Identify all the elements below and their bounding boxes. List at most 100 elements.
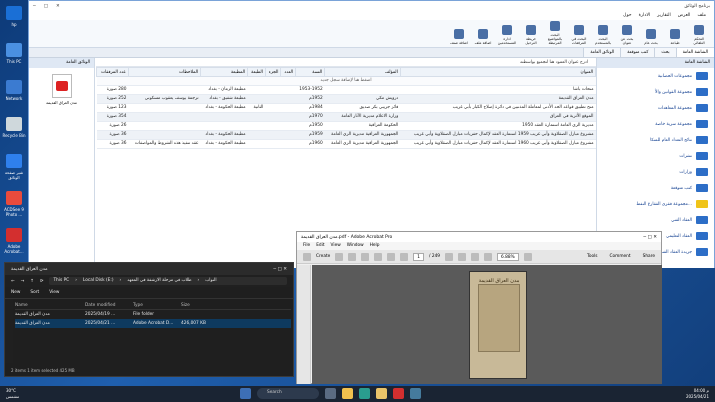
zoom-input[interactable]: 6.88% bbox=[497, 252, 519, 261]
breadcrumb[interactable]: This PC › Local Disk (E:) › طلاب في مرحلة ال… bbox=[49, 277, 287, 285]
tree-item[interactable]: العقاد الفني bbox=[597, 212, 714, 228]
table-row[interactable]: منح تطبيق قواعد الحد الأدنى لمعاملة المذ… bbox=[96, 103, 596, 113]
table-row[interactable]: مدن العراق القديمة درويش مكي 1952م مطبعة شف… bbox=[96, 94, 596, 104]
add-row-cell[interactable]: اضغط هنا لإضافة سجل جديد bbox=[96, 76, 596, 86]
ribbon-button[interactable]: خريطة الترحيل bbox=[520, 25, 542, 45]
print-icon[interactable] bbox=[361, 252, 370, 261]
hand-tool-icon[interactable] bbox=[458, 252, 467, 261]
toolbar-button[interactable]: View bbox=[49, 290, 59, 295]
column-header[interactable]: المطبعة bbox=[200, 67, 249, 77]
acrobat-pane-tab[interactable]: Share bbox=[643, 254, 655, 259]
edge-icon[interactable] bbox=[359, 388, 370, 399]
desktop-icon[interactable]: This PC bbox=[1, 43, 27, 64]
app-tab[interactable]: كتب متوقعة bbox=[620, 48, 655, 57]
tree-item[interactable]: وزارات bbox=[597, 164, 714, 180]
app-tab[interactable]: الوثائق العامة bbox=[583, 48, 621, 57]
tree-item[interactable]: كتب متوقعة bbox=[597, 180, 714, 196]
create-icon[interactable] bbox=[303, 252, 311, 261]
file-column-header[interactable]: Date modified bbox=[85, 303, 133, 308]
desktop-icon[interactable]: Adobe Acrobat... bbox=[1, 228, 27, 254]
fit-page-icon[interactable] bbox=[523, 252, 532, 261]
search-box[interactable]: Search bbox=[257, 388, 319, 399]
breadcrumb-segment[interactable]: This PC bbox=[53, 278, 69, 284]
minimize-icon[interactable]: ─ bbox=[33, 4, 36, 9]
ribbon-button[interactable]: بحث عام bbox=[640, 29, 662, 45]
ribbon-button[interactable]: طباعة bbox=[664, 29, 686, 45]
app-tab[interactable]: الشاشة العامة bbox=[675, 48, 714, 57]
save-icon[interactable] bbox=[348, 252, 357, 261]
taskview-icon[interactable] bbox=[325, 388, 336, 399]
desktop-icon[interactable]: شير صفحة الوثائق bbox=[1, 154, 27, 180]
acrobat-pane-tab[interactable]: Comment bbox=[610, 254, 631, 259]
refresh-icon[interactable]: ⟳ bbox=[40, 279, 44, 284]
column-header[interactable]: العنوان bbox=[399, 67, 597, 77]
chrome-icon[interactable] bbox=[376, 388, 387, 399]
create-button[interactable]: Create bbox=[316, 254, 330, 259]
breadcrumb-segment[interactable]: النواب bbox=[205, 278, 216, 284]
tree-item[interactable]: نشرات bbox=[597, 148, 714, 164]
desktop-icon[interactable]: Recycle Bin bbox=[1, 117, 27, 138]
menu-item[interactable]: العرض bbox=[678, 13, 691, 18]
desktop-icon[interactable]: hp bbox=[1, 6, 27, 27]
back-icon[interactable]: ← bbox=[11, 279, 15, 284]
acrobat-taskbar-icon[interactable] bbox=[393, 388, 404, 399]
next-page-icon[interactable] bbox=[400, 252, 409, 261]
ribbon-button[interactable]: بحث عن عنوان bbox=[616, 25, 638, 45]
pdf-file-icon[interactable] bbox=[51, 74, 72, 98]
toolbar-button[interactable]: Sort bbox=[30, 290, 39, 295]
archive-app-taskbar-icon[interactable] bbox=[410, 388, 421, 399]
column-header[interactable]: عدد المرفقات bbox=[96, 67, 129, 77]
file-column-header[interactable]: Type bbox=[133, 303, 181, 308]
table-row[interactable]: منحات باشا 1953-1952 مطبعة الزمان - بغداد 2… bbox=[96, 85, 596, 95]
ribbon-button[interactable]: اضافة صنف bbox=[448, 29, 470, 45]
acrobat-menu-item[interactable]: Edit bbox=[316, 243, 324, 249]
toolbar-button[interactable]: New bbox=[11, 290, 20, 295]
acrobat-pane-tab[interactable]: Tools bbox=[587, 254, 598, 259]
maximize-icon[interactable]: □ bbox=[44, 4, 48, 9]
table-row[interactable]: مديرية الري العامة استمارة العقد 1950 الح… bbox=[96, 121, 596, 131]
desktop-icon[interactable]: ACDSee 9 Photo ... bbox=[1, 191, 27, 217]
close-icon[interactable]: ✕ bbox=[56, 4, 60, 9]
table-row[interactable]: الموقع الأثرية في العراق وزارة الاعلام مد… bbox=[96, 112, 596, 122]
tree-item[interactable]: مجموعات الحصانية bbox=[597, 68, 714, 84]
table-row[interactable]: مشروع مبازل الصقلاوية وأبي غريب 1960 است… bbox=[96, 139, 596, 149]
weather-widget[interactable]: 30°C مشمس bbox=[6, 388, 19, 400]
file-column-header[interactable]: Size bbox=[181, 303, 221, 308]
column-header[interactable]: الطبعة bbox=[247, 67, 266, 77]
tree-item[interactable]: مجموعة القوانين والأ bbox=[597, 84, 714, 100]
column-header[interactable]: السنة bbox=[295, 67, 326, 77]
forward-icon[interactable]: → bbox=[21, 279, 25, 284]
menu-item[interactable]: التقارير bbox=[657, 13, 671, 18]
ribbon-button[interactable]: البحث في المرفقات bbox=[568, 25, 590, 45]
zoom-in-icon[interactable] bbox=[484, 252, 493, 261]
acrobat-menu-item[interactable]: View bbox=[331, 243, 341, 249]
tree-item[interactable]: مجموعة المعاهدات bbox=[597, 100, 714, 116]
app-tab[interactable]: بحث bbox=[654, 48, 676, 57]
up-icon[interactable]: ↑ bbox=[30, 279, 34, 284]
file-row[interactable]: مدن العراق القديمة 2025/04/19 ... File fol… bbox=[15, 310, 291, 319]
select-tool-icon[interactable] bbox=[445, 252, 454, 261]
file-row[interactable]: مدن العراق القديمة 2025/04/21 ... Adobe Ac… bbox=[15, 319, 291, 328]
acrobat-menu-item[interactable]: Window bbox=[347, 243, 364, 249]
ribbon-button[interactable]: اضافة ملف bbox=[472, 29, 494, 45]
tree-item[interactable]: نتائج التعداد العام للسكا bbox=[597, 132, 714, 148]
email-icon[interactable] bbox=[374, 252, 383, 261]
open-icon[interactable] bbox=[335, 252, 344, 261]
start-icon[interactable] bbox=[240, 388, 251, 399]
explorer-tab[interactable]: مدن العراق القديمة bbox=[11, 267, 47, 272]
ribbon-button[interactable]: البحث بالمواضيع المرتبطة bbox=[544, 21, 566, 45]
table-row[interactable]: مشروع مبازل الصقلاوية وأبي غريب 1959 است… bbox=[96, 130, 596, 140]
menu-item[interactable]: حول bbox=[623, 13, 631, 18]
menu-item[interactable]: ملف bbox=[697, 13, 706, 18]
column-header[interactable]: العدد bbox=[280, 67, 297, 77]
acrobat-menu-item[interactable]: File bbox=[303, 243, 310, 249]
column-header[interactable]: المؤلف bbox=[324, 67, 401, 77]
ribbon-button[interactable]: ادارة المستخدمين bbox=[496, 25, 518, 45]
file-column-header[interactable]: Name bbox=[15, 303, 85, 308]
explorer-icon[interactable] bbox=[342, 388, 353, 399]
zoom-out-icon[interactable] bbox=[471, 252, 480, 261]
tree-item[interactable]: مجموعة فقرى الفقارع النفط... bbox=[597, 196, 714, 212]
desktop-icon[interactable]: Network bbox=[1, 80, 27, 101]
page-number-input[interactable]: 1 bbox=[413, 252, 425, 261]
acrobat-menu-item[interactable]: Help bbox=[370, 243, 380, 249]
